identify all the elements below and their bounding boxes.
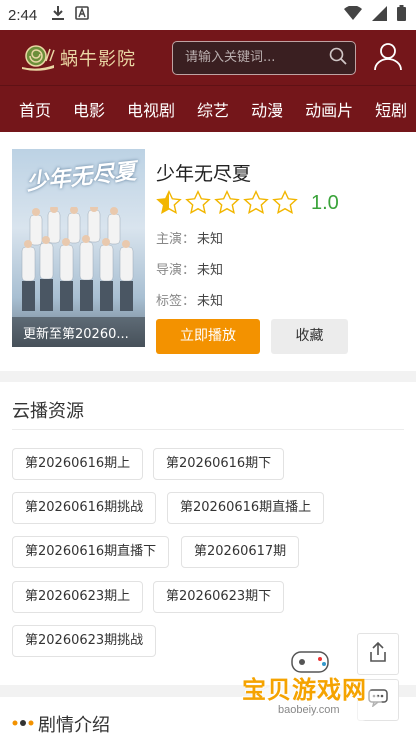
favorite-button[interactable]: 收藏	[271, 319, 348, 354]
logo[interactable]: 蜗牛影院	[20, 41, 172, 75]
status-time: 2:44	[8, 6, 38, 24]
nav-item-home[interactable]: 首页	[19, 97, 51, 121]
download-icon	[51, 5, 65, 25]
category-nav: 首页 电影 电视剧 综艺 动漫 动画片 短剧	[0, 85, 416, 132]
star-empty-icon	[243, 190, 269, 215]
nav-item-short-drama[interactable]: 短剧	[375, 97, 407, 121]
episode-button[interactable]: 第20260616期挑战	[12, 492, 157, 524]
battery-icon	[397, 5, 406, 25]
search-icon[interactable]	[329, 47, 347, 69]
user-icon	[373, 41, 403, 75]
signal-icon	[372, 5, 387, 25]
episode-button[interactable]: 第20260623期下	[153, 581, 285, 613]
cloud-sources-section: 云播资源 第20260616期上 第20260616期下 第20260616期挑…	[0, 382, 416, 685]
watermark-url: baobeiy.com	[278, 704, 340, 716]
poster-caption: 更新至第20260...	[12, 317, 145, 347]
director-value: 未知	[197, 263, 224, 278]
episode-button[interactable]: 第20260623期挑战	[12, 625, 157, 657]
watermark: 宝贝游戏网 baobeiy.com	[240, 646, 390, 734]
tags-value: 未知	[197, 294, 224, 309]
rating: 1.0	[156, 190, 339, 216]
starring-value: 未知	[197, 232, 224, 247]
director-label: 导演：	[156, 263, 196, 278]
star-half-icon	[156, 190, 182, 215]
star-empty-icon	[185, 190, 211, 215]
snail-logo-icon	[20, 41, 56, 75]
status-bar: 2:44	[0, 0, 416, 30]
section-title: 云播资源	[12, 401, 84, 422]
play-now-button[interactable]: 立即播放	[156, 319, 260, 354]
star-empty-icon	[214, 190, 240, 215]
app-header: 蜗牛影院	[0, 30, 416, 85]
nav-item-anime[interactable]: 动漫	[251, 97, 283, 121]
detail-card: 少年无尽夏 更新至第20260... 少年无尽夏 1.0 主演： 未知 导演： 未知…	[0, 132, 416, 371]
poster-artwork	[21, 207, 134, 311]
poster-title: 少年无尽夏	[25, 158, 138, 196]
logo-text: 蜗牛影院	[60, 48, 136, 70]
poster-image[interactable]: 少年无尽夏 更新至第20260...	[12, 149, 145, 347]
starring-row: 主演： 未知	[156, 228, 223, 247]
user-button[interactable]	[372, 42, 404, 74]
rating-score: 1.0	[311, 191, 339, 214]
app-notification-icon	[75, 6, 90, 24]
nav-item-cartoon[interactable]: 动画片	[305, 97, 353, 121]
divider	[12, 429, 404, 430]
search-box[interactable]	[172, 40, 356, 75]
episode-button[interactable]: 第20260616期上	[12, 448, 144, 480]
wifi-icon	[344, 5, 362, 24]
episode-button[interactable]: 第20260616期下	[153, 448, 285, 480]
starring-label: 主演：	[156, 232, 196, 247]
star-empty-icon	[272, 190, 298, 215]
show-title: 少年无尽夏	[156, 163, 252, 185]
nav-item-variety[interactable]: 综艺	[197, 97, 229, 121]
tags-row: 标签： 未知	[156, 290, 223, 309]
episode-button[interactable]: 第20260617期	[181, 536, 300, 568]
search-input[interactable]	[185, 50, 329, 65]
section-dots-icon	[12, 713, 34, 732]
episode-button[interactable]: 第20260616期直播上	[167, 492, 325, 524]
episode-button[interactable]: 第20260623期上	[12, 581, 144, 613]
episode-button[interactable]: 第20260616期直播下	[12, 536, 170, 568]
tags-label: 标签：	[156, 294, 196, 309]
plot-title: 剧情介绍	[38, 715, 110, 736]
nav-item-movies[interactable]: 电影	[73, 97, 105, 121]
nav-item-tv[interactable]: 电视剧	[127, 97, 175, 121]
director-row: 导演： 未知	[156, 259, 223, 278]
watermark-text: 宝贝游戏网	[242, 676, 367, 704]
